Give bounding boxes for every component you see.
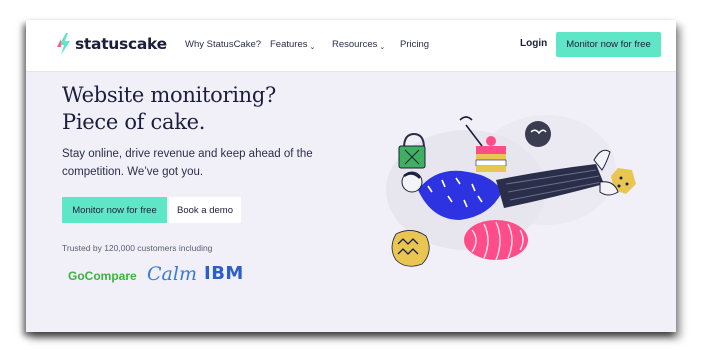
monitor-now-button[interactable]: Monitor now for free (62, 197, 167, 223)
nav-pricing[interactable]: Pricing (400, 39, 429, 50)
nav-features-label: Features (270, 39, 308, 50)
title-line-2: Piece of cake. (62, 110, 206, 134)
nav-why-statuscake[interactable]: Why StatusCake? (185, 39, 261, 50)
nav-pricing-label: Pricing (400, 39, 430, 50)
page-title: Website monitoring? Piece of cake. (62, 82, 276, 136)
monitor-now-nav-button[interactable]: Monitor now for free (556, 32, 661, 57)
logo[interactable]: statuscake (57, 33, 167, 55)
cookie-icon (525, 121, 551, 147)
chevron-down-icon: ⌄ (379, 44, 386, 51)
trusted-text: Trusted by 120,000 customers including (62, 243, 213, 253)
lightning-icon (57, 33, 70, 55)
gocompare-logo: GoCompare (68, 269, 137, 283)
title-line-1: Website monitoring? (62, 83, 276, 107)
logo-text: statuscake (75, 35, 167, 53)
chevron-down-icon: ⌄ (309, 44, 316, 51)
login-link[interactable]: Login (520, 38, 547, 49)
calm-logo: Calm (147, 263, 197, 285)
zigzag-biscuit-icon (391, 230, 430, 267)
book-demo-button[interactable]: Book a demo (169, 197, 241, 223)
nav-features[interactable]: Features ⌄ (270, 39, 316, 51)
nav-resources-label: Resources (332, 39, 378, 50)
nav-resources[interactable]: Resources ⌄ (332, 39, 386, 51)
nav-why-statuscake-label: Why StatusCake? (185, 39, 262, 50)
browser-frame: statuscake Why StatusCake? Features ⌄ Res… (26, 20, 676, 332)
hero-subtitle: Stay online, drive revenue and keep ahea… (62, 148, 313, 178)
padlock-icon (398, 132, 426, 169)
ibm-logo: IBM (204, 263, 244, 284)
top-nav: statuscake Why StatusCake? Features ⌄ Res… (26, 20, 676, 72)
hero-illustration (386, 115, 636, 267)
pillow-icon (464, 220, 528, 260)
